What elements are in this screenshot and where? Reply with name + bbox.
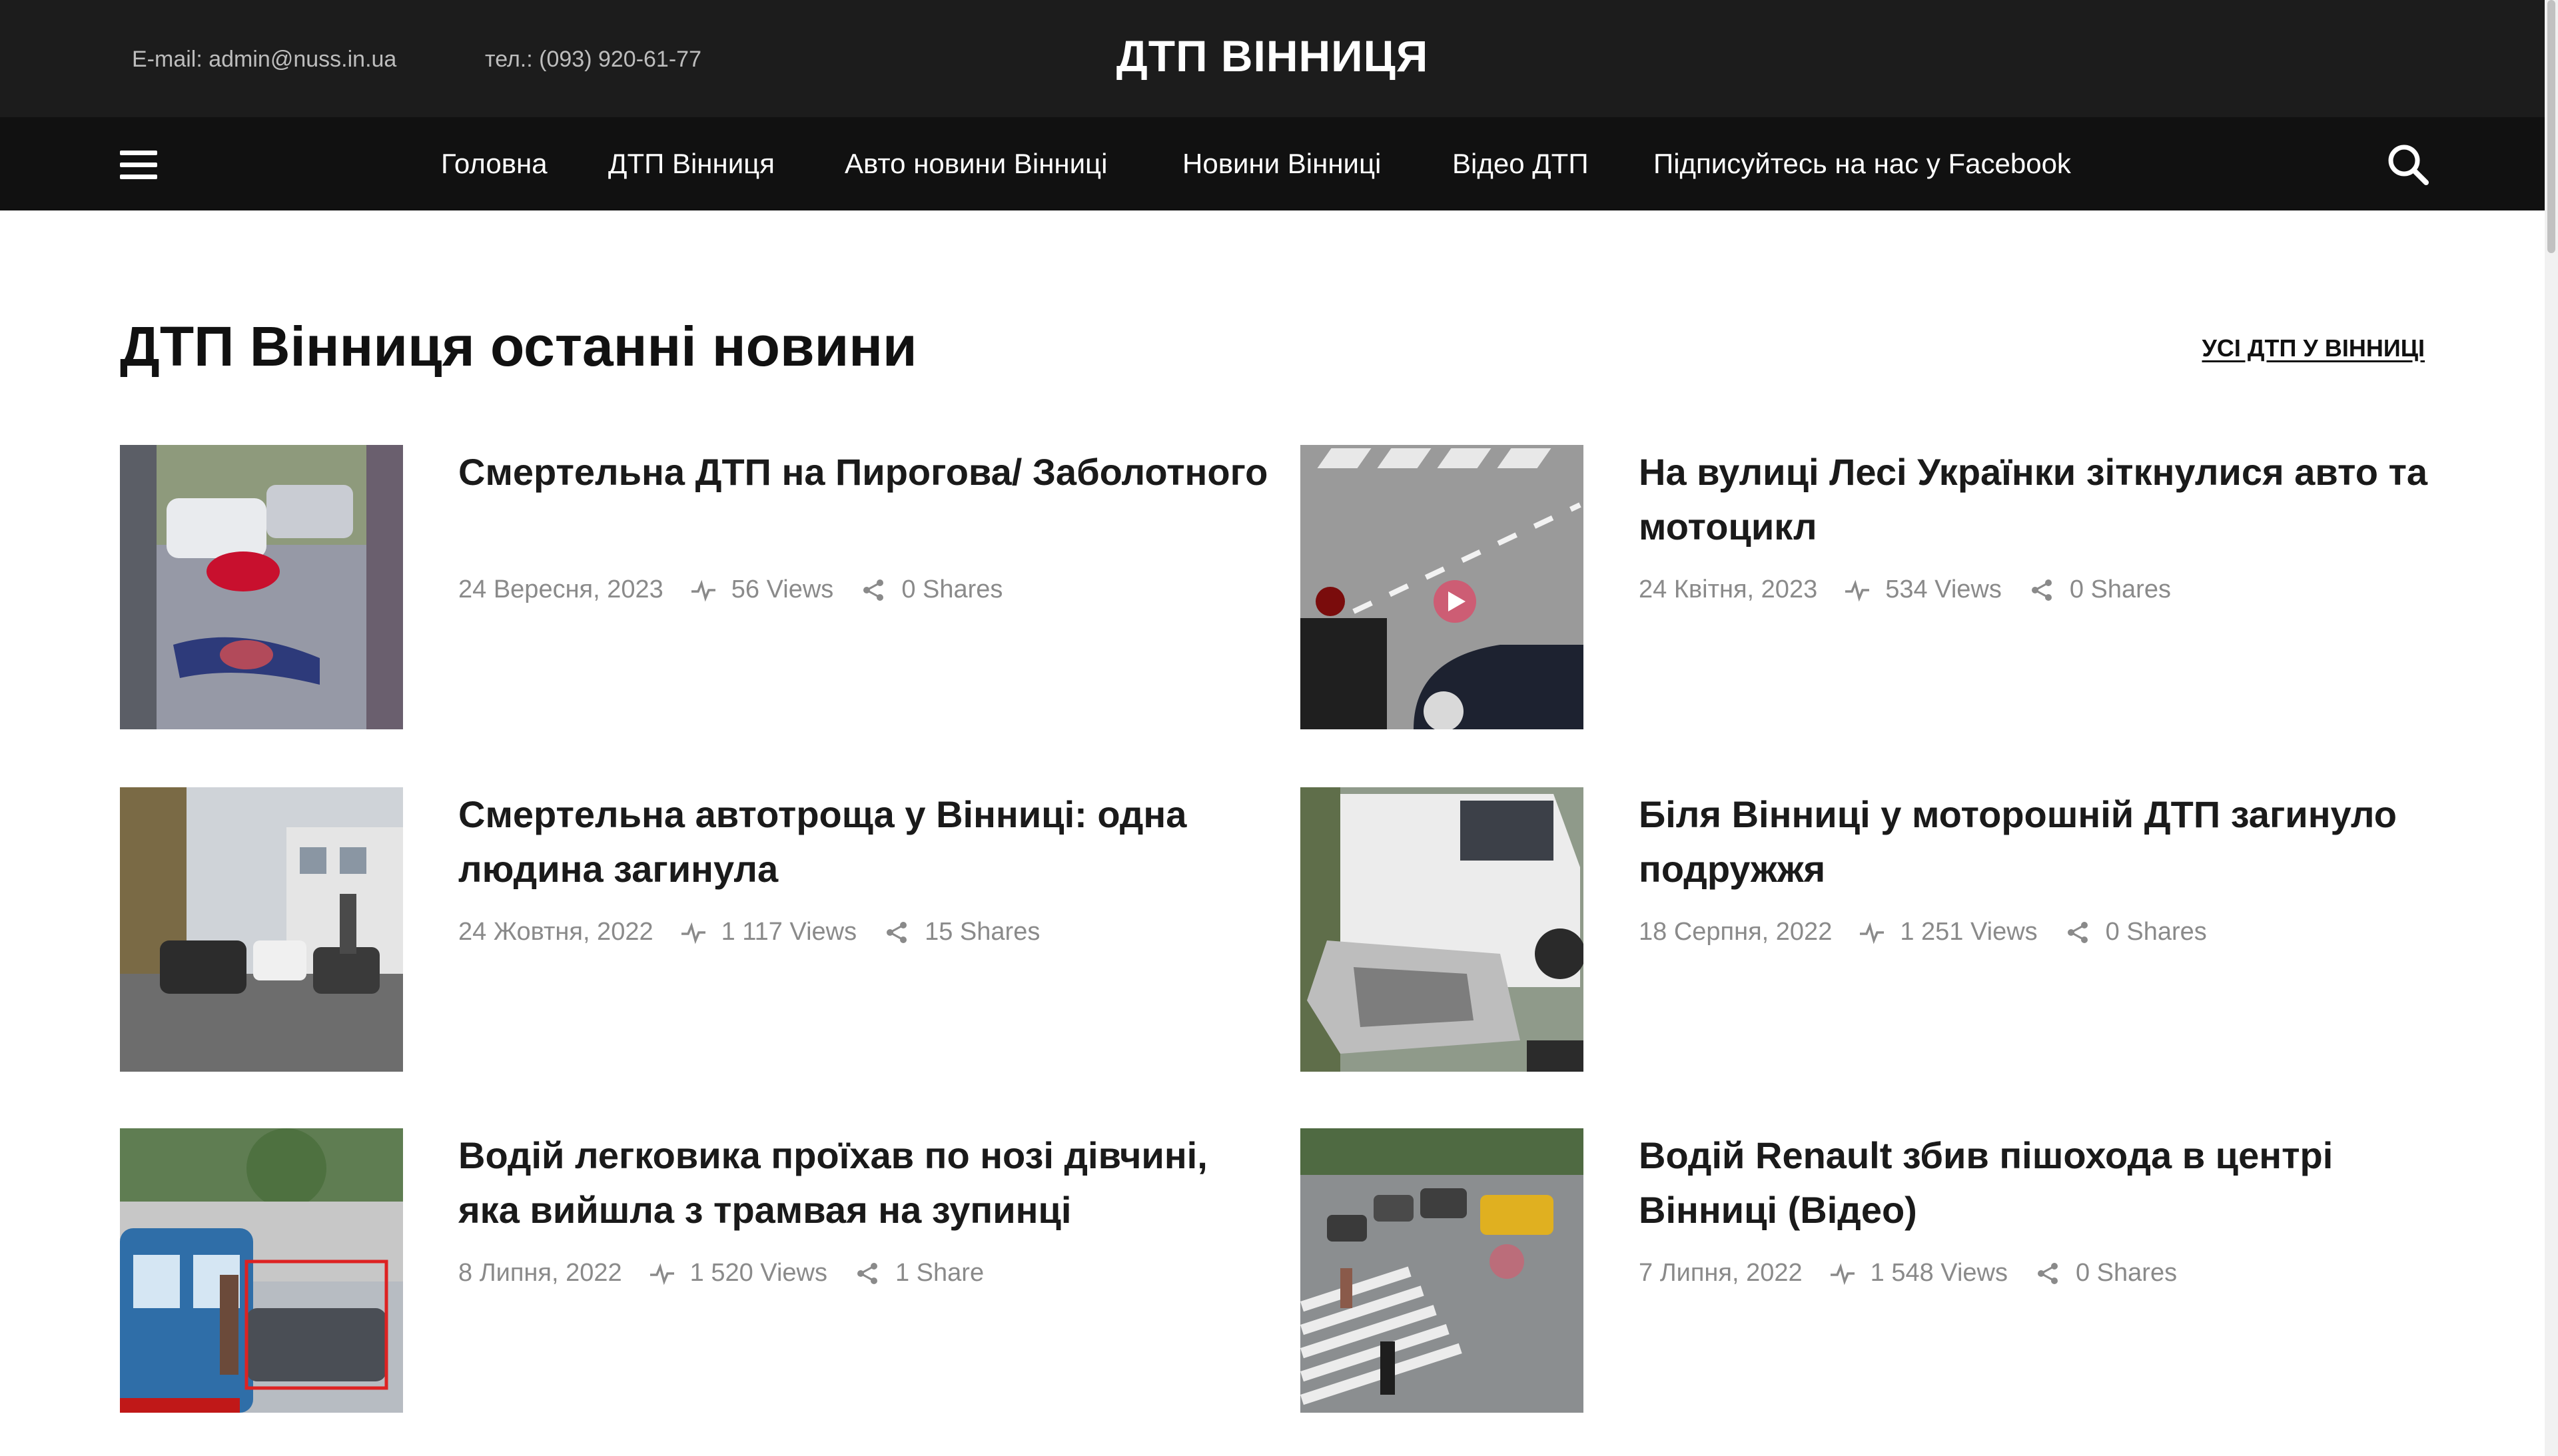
views-icon bbox=[690, 577, 717, 603]
article-title[interactable]: Смертельна ДТП на Пирогова/ Заболотного bbox=[458, 445, 1271, 500]
article-views: 1 548 Views bbox=[1870, 1259, 2008, 1287]
share-icon[interactable] bbox=[2064, 919, 2091, 946]
views-icon bbox=[649, 1260, 675, 1287]
nav-item-video-dtp[interactable]: Відео ДТП bbox=[1452, 148, 1589, 180]
article-card: Смертельна автотроща у Вінниці: одна люд… bbox=[120, 787, 1279, 1074]
nav-item-home[interactable]: Головна bbox=[441, 148, 548, 180]
hamburger-menu-icon[interactable] bbox=[120, 151, 157, 180]
all-dtp-link[interactable]: УСІ ДТП У ВІННИЦІ bbox=[2182, 334, 2425, 362]
article-title[interactable]: Водій Renault збив пішохода в центрі Він… bbox=[1639, 1128, 2451, 1238]
article-date: 24 Квітня, 2023 bbox=[1639, 575, 1818, 603]
article-thumbnail[interactable] bbox=[1300, 787, 1583, 1072]
article-shares: 0 Shares bbox=[2075, 1259, 2178, 1287]
share-icon[interactable] bbox=[883, 919, 910, 946]
article-views: 1 520 Views bbox=[689, 1259, 827, 1287]
views-icon bbox=[1844, 577, 1871, 603]
article-meta: 24 Жовтня, 2022 1 117 Views 15 Shares bbox=[458, 918, 1040, 946]
article-title[interactable]: Водій легковика проїхав по нозі дівчині,… bbox=[458, 1128, 1271, 1238]
views-icon bbox=[1859, 919, 1885, 946]
article-views: 56 Views bbox=[731, 575, 834, 603]
article-meta: 24 Квітня, 2023 534 Views 0 Shares bbox=[1639, 575, 2171, 604]
article-date: 24 Жовтня, 2022 bbox=[458, 918, 653, 946]
article-date: 24 Вересня, 2023 bbox=[458, 575, 663, 603]
article-title[interactable]: Смертельна автотроща у Вінниці: одна люд… bbox=[458, 787, 1271, 897]
section-title: ДТП Вінниця останні новини bbox=[120, 315, 917, 378]
site-title[interactable]: ДТП ВІННИЦЯ bbox=[0, 31, 2545, 81]
article-views: 1 251 Views bbox=[1900, 918, 2038, 946]
share-icon[interactable] bbox=[2034, 1260, 2061, 1287]
article-thumbnail[interactable] bbox=[1300, 1128, 1583, 1413]
article-views: 534 Views bbox=[1885, 575, 2002, 603]
article-shares: 0 Shares bbox=[2069, 575, 2171, 603]
nav-item-facebook[interactable]: Підписуйтесь на нас у Facebook bbox=[1653, 148, 2071, 180]
article-date: 18 Серпня, 2022 bbox=[1639, 918, 1833, 946]
article-card: Водій Renault збив пішохода в центрі Він… bbox=[1300, 1128, 2459, 1415]
article-shares: 15 Shares bbox=[925, 918, 1041, 946]
article-shares: 1 Share bbox=[895, 1259, 985, 1287]
article-meta: 18 Серпня, 2022 1 251 Views 0 Shares bbox=[1639, 918, 2207, 946]
article-date: 7 Липня, 2022 bbox=[1639, 1259, 1803, 1287]
share-icon[interactable] bbox=[854, 1260, 881, 1287]
article-thumbnail[interactable] bbox=[120, 1128, 403, 1413]
nav-item-vinnytsia-news[interactable]: Новини Вінниці bbox=[1182, 148, 1381, 180]
share-icon[interactable] bbox=[2028, 577, 2055, 603]
article-shares: 0 Shares bbox=[2105, 918, 2207, 946]
top-bar: E-mail: admin@nuss.in.ua тел.: (093) 920… bbox=[0, 0, 2545, 117]
article-shares: 0 Shares bbox=[901, 575, 1003, 603]
views-icon bbox=[680, 919, 707, 946]
article-meta: 24 Вересня, 2023 56 Views 0 Shares bbox=[458, 575, 1003, 604]
article-card: Водій легковика проїхав по нозі дівчині,… bbox=[120, 1128, 1279, 1415]
article-meta: 8 Липня, 2022 1 520 Views 1 Share bbox=[458, 1259, 984, 1287]
views-icon bbox=[1829, 1260, 1856, 1287]
article-views: 1 117 Views bbox=[721, 918, 857, 946]
article-thumbnail[interactable] bbox=[120, 787, 403, 1072]
article-title[interactable]: На вулиці Лесі Українки зіткнулися авто … bbox=[1639, 445, 2451, 554]
main-navigation: Головна ДТП Вінниця Авто новини Вінниці … bbox=[0, 117, 2545, 210]
page-scrollbar[interactable] bbox=[2545, 0, 2558, 1456]
share-icon[interactable] bbox=[860, 577, 887, 603]
article-title[interactable]: Біля Вінниці у моторошній ДТП загинуло п… bbox=[1639, 787, 2451, 897]
article-card: Біля Вінниці у моторошній ДТП загинуло п… bbox=[1300, 787, 2459, 1074]
article-thumbnail[interactable] bbox=[120, 445, 403, 729]
article-date: 8 Липня, 2022 bbox=[458, 1259, 622, 1287]
nav-item-dtp-vinnytsia[interactable]: ДТП Вінниця bbox=[608, 148, 775, 180]
nav-item-auto-news[interactable]: Авто новини Вінниці bbox=[845, 148, 1107, 180]
scrollbar-thumb[interactable] bbox=[2547, 0, 2555, 253]
search-icon[interactable] bbox=[2385, 141, 2431, 188]
article-thumbnail[interactable] bbox=[1300, 445, 1583, 729]
article-card: Смертельна ДТП на Пирогова/ Заболотного … bbox=[120, 445, 1279, 731]
article-meta: 7 Липня, 2022 1 548 Views 0 Shares bbox=[1639, 1259, 2177, 1287]
article-card: На вулиці Лесі Українки зіткнулися авто … bbox=[1300, 445, 2459, 731]
